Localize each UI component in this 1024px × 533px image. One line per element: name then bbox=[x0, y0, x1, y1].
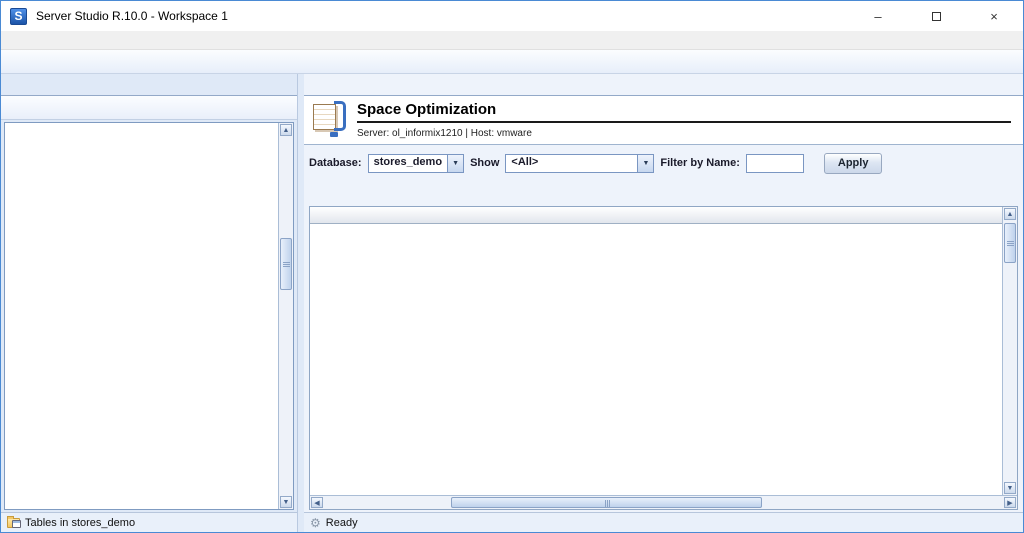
tables-folder-icon bbox=[7, 518, 20, 528]
filter-by-name-label: Filter by Name: bbox=[660, 157, 739, 169]
show-label: Show bbox=[470, 157, 499, 169]
scroll-up-icon[interactable]: ▲ bbox=[280, 124, 292, 136]
scroll-down-icon[interactable]: ▼ bbox=[280, 496, 292, 508]
database-label: Database: bbox=[309, 157, 362, 169]
menubar bbox=[1, 31, 1023, 50]
minimize-button[interactable]: – bbox=[849, 1, 907, 31]
gear-icon: ⚙ bbox=[310, 516, 321, 530]
apply-button[interactable]: Apply bbox=[824, 153, 883, 174]
scroll-right-icon[interactable]: ▶ bbox=[1004, 497, 1016, 508]
show-value: <All> bbox=[505, 154, 637, 173]
filter-by-name-input[interactable] bbox=[746, 154, 804, 173]
maximize-button[interactable] bbox=[907, 1, 965, 31]
left-status-text: Tables in stores_demo bbox=[25, 517, 135, 529]
app-logo-icon: S bbox=[10, 8, 27, 25]
table-vertical-scrollbar[interactable]: ▲ ▼ bbox=[1002, 207, 1017, 495]
tree-scroll-thumb[interactable] bbox=[280, 238, 292, 290]
page-title: Space Optimization bbox=[357, 101, 1011, 123]
chevron-down-icon[interactable]: ▼ bbox=[637, 154, 654, 173]
scroll-left-icon[interactable]: ◀ bbox=[311, 497, 323, 508]
space-optimization-icon bbox=[312, 101, 348, 135]
right-status-bar: ⚙ Ready bbox=[304, 512, 1023, 532]
left-tab-bar bbox=[1, 74, 297, 95]
object-tree bbox=[5, 123, 278, 509]
titlebar: S Server Studio R.10.0 - Workspace 1 – × bbox=[1, 1, 1023, 31]
server-host-line: Server: ol_informix1210 | Host: vmware bbox=[357, 128, 1015, 139]
table-hscroll-thumb[interactable] bbox=[451, 497, 762, 508]
left-status-bar: Tables in stores_demo bbox=[1, 512, 297, 532]
window-title: Server Studio R.10.0 - Workspace 1 bbox=[36, 9, 228, 23]
objects-table: ▲ ▼ ◀ ▶ bbox=[309, 206, 1018, 510]
table-horizontal-scrollbar[interactable]: ◀ ▶ bbox=[310, 495, 1017, 509]
scroll-up-icon[interactable]: ▲ bbox=[1004, 208, 1016, 220]
tables-and-indexes-content: Database: stores_demo ▼ Show <All> ▼ Fil… bbox=[304, 145, 1023, 512]
object-tree-container: ▲ ▼ bbox=[4, 122, 294, 510]
main-toolbar bbox=[1, 50, 1023, 74]
app-window: S Server Studio R.10.0 - Workspace 1 – ×… bbox=[0, 0, 1024, 533]
close-button[interactable]: × bbox=[965, 1, 1023, 31]
filter-row: Database: stores_demo ▼ Show <All> ▼ Fil… bbox=[309, 150, 1018, 176]
chevron-down-icon[interactable]: ▼ bbox=[447, 154, 464, 173]
scroll-down-icon[interactable]: ▼ bbox=[1004, 482, 1016, 494]
workspace: ▲ ▼ Tables in stores_demo Space Optimiza… bbox=[1, 74, 1023, 532]
tree-vertical-scrollbar[interactable]: ▲ ▼ bbox=[278, 123, 293, 509]
actions-row bbox=[309, 176, 1018, 206]
table-header-row bbox=[310, 207, 1002, 224]
database-value: stores_demo bbox=[368, 154, 447, 173]
show-combobox[interactable]: <All> ▼ bbox=[505, 154, 654, 173]
document-header: Space Optimization Server: ol_informix12… bbox=[304, 95, 1023, 141]
document-tab-bar bbox=[304, 74, 1023, 95]
object-explorer-toolbar bbox=[1, 95, 297, 120]
right-status-text: Ready bbox=[326, 517, 358, 529]
database-combobox[interactable]: stores_demo ▼ bbox=[368, 154, 464, 173]
object-explorer-panel: ▲ ▼ Tables in stores_demo bbox=[1, 74, 298, 532]
document-panel: Space Optimization Server: ol_informix12… bbox=[304, 74, 1023, 532]
table-scroll-thumb[interactable] bbox=[1004, 223, 1016, 263]
